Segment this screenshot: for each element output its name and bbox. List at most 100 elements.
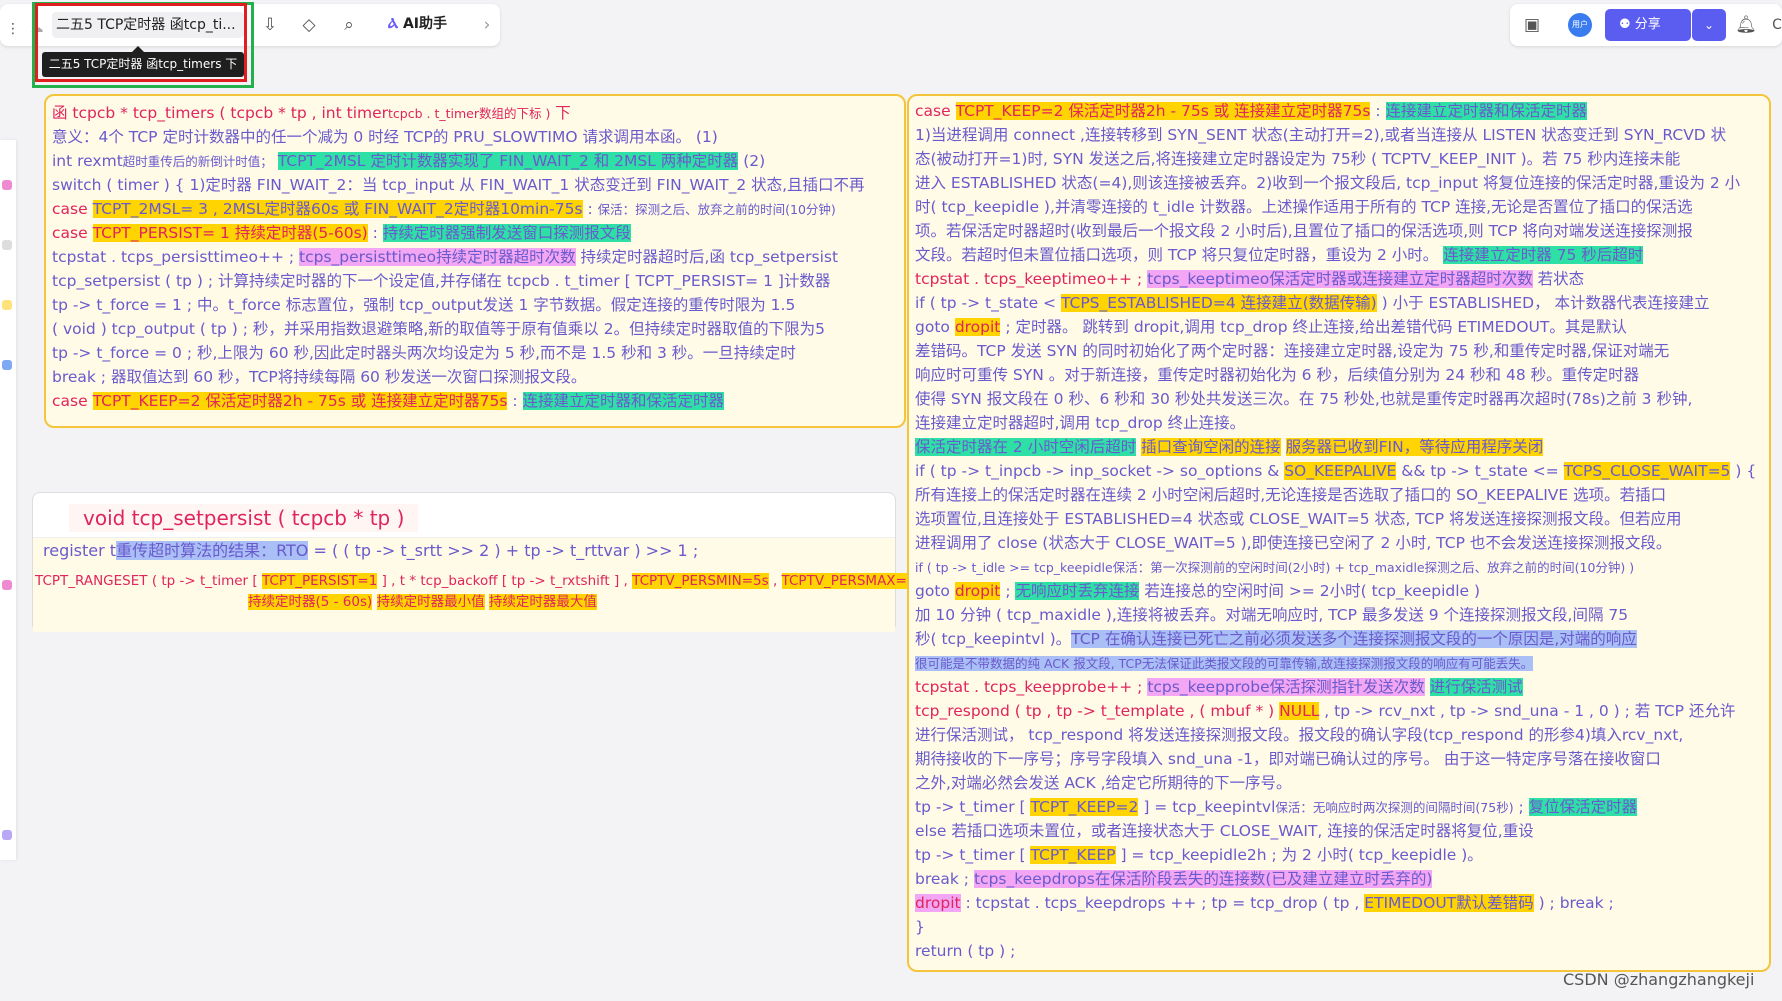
text-segment: dropit	[915, 894, 961, 912]
text-segment: else 若插口选项未置位，或者连接状态大于 CLOSE_WAIT, 连接的保活…	[915, 822, 1534, 840]
text-segment: if ( tp -> t_inpcb -> inp_socket -> so_o…	[915, 462, 1285, 480]
text-segment: 文段。若超时但未置位插口选项，则 TCP 将只复位定时器，重设为 2 小时。	[915, 246, 1444, 264]
text-segment: 无响应时丢弃连接	[1015, 582, 1140, 600]
text-segment: 若连接总的空闲时间 >= 2小时( tcp_keepidle )	[1139, 582, 1481, 600]
text-segment: 选项置位,且连接处于 ESTABLISHED=4 状态或 CLOSE_WAIT=…	[915, 510, 1682, 528]
text-segment: ) {	[1730, 462, 1757, 480]
menu-icon[interactable]: ⋮	[0, 16, 26, 42]
text-segment: ETIMEDOUT默认差错码	[1364, 894, 1534, 912]
bell-icon[interactable]: 🔔︎	[1733, 12, 1759, 38]
code-line: 函 tcpcb * tcp_timers ( tcpcb * tp , int …	[52, 102, 571, 125]
text-segment: 连接建立定时器和保活定时器	[1385, 102, 1588, 120]
text-segment: }	[915, 918, 925, 936]
code-line: 进入 ESTABLISHED 状态(=4),则该连接被丢弃。2)收到一个报文段后…	[915, 172, 1740, 194]
text-segment: 所有连接上的保活定时器在连续 2 小时空闲后超时,无论连接是否选取了插口的 SO…	[915, 486, 1667, 504]
ai-assistant-label: AI助手	[402, 16, 447, 32]
code-line: 使得 SYN 报文段在 0 秒、6 秒和 30 秒处共发送三次。在 75 秒处,…	[915, 388, 1692, 410]
code-line: 差错码。TCP 发送 SYN 的同时初始化了两个定时器：连接建立定时器,设定为 …	[915, 340, 1669, 362]
text-tool-icon[interactable]	[2, 240, 12, 250]
template-icon[interactable]	[2, 580, 12, 590]
code-line: 文段。若超时但未置位插口选项，则 TCP 将只复位定时器，重设为 2 小时。 连…	[915, 244, 1644, 266]
ai-logo-icon: Ⲁ	[388, 16, 399, 32]
text-segment: goto	[915, 318, 955, 336]
text-segment: :	[367, 224, 383, 242]
text-segment: TCPT_RANGESET ( tp -> t_timer [	[35, 573, 262, 589]
left-note-card[interactable]: 函 tcpcb * tcp_timers ( tcpcb * tp , int …	[44, 94, 906, 428]
text-segment: 重传超时算法的结果：RTO	[116, 541, 309, 560]
text-segment: if ( tp -> t_state <	[915, 294, 1061, 312]
text-segment: case	[915, 102, 956, 120]
text-segment: TCPT_2MSL 定时计数器实现了 FIN_WAIT_2 和 2MSL 两种定…	[277, 152, 739, 170]
text-segment: 使得 SYN 报文段在 0 秒、6 秒和 30 秒处共发送三次。在 75 秒处,…	[915, 390, 1693, 408]
code-line: }	[915, 916, 925, 938]
code-line: 期待接收的下一序号；序号字段填入 snd_una -1，即对端已确认过的序号。 …	[915, 748, 1661, 770]
text-segment: int rexmt	[52, 152, 123, 170]
text-segment: case	[52, 392, 93, 410]
text-segment: 进行保活测试， tcp_respond 将发送连接探测报文段。报文段的确认字段(…	[915, 726, 1684, 744]
text-segment: 进行保活测试	[1429, 678, 1523, 696]
text-segment: (2)	[738, 152, 766, 170]
text-segment: 意义：4个 TCP 定时计数器中的任一个减为 0 时经 TCP的 PRU_SLO…	[52, 128, 718, 146]
code-line: goto dropit ; 无响应时丢弃连接 若连接总的空闲时间 >= 2小时(…	[915, 580, 1480, 602]
setpersist-card[interactable]: void tcp_setpersist ( tcpcb * tp ) regis…	[32, 492, 949, 632]
text-segment: :	[582, 200, 598, 218]
code-line: tcpstat . tcps_persisttimeo++ ; tcps_per…	[52, 246, 838, 268]
text-segment: TCPS_CLOSE_WAIT=5	[1563, 462, 1731, 480]
right-note-card[interactable]: case TCPT_KEEP=2 保活定时器2h - 75s 或 连接建立定时器…	[907, 94, 1771, 972]
text-segment: ) ; break ;	[1533, 894, 1614, 912]
avatar[interactable]: 用户	[1568, 13, 1592, 37]
code-line: return ( tp ) ;	[915, 940, 1015, 962]
search-icon[interactable]: ⌕	[336, 12, 362, 38]
text-segment: SO_KEEPALIVE	[1284, 462, 1397, 480]
code-line: switch ( timer ) { 1)定时器 FIN_WAIT_2：当 tc…	[52, 174, 865, 196]
text-segment: TCPT_PERSIST=1	[261, 573, 378, 589]
pen-tool-icon[interactable]	[2, 360, 12, 370]
collapse-icon[interactable]: C	[1764, 12, 1782, 38]
code-line: tp -> t_timer [ TCPT_KEEP ] = tcp_keepid…	[915, 844, 1483, 866]
text-segment: 保活：探测之后、放弃之前的时间(10分钟)	[597, 202, 836, 217]
text-segment: 保活：无响应时两次探测的间隔时间(75秒)	[1275, 800, 1514, 815]
code-line: 进行保活测试， tcp_respond 将发送连接探测报文段。报文段的确认字段(…	[915, 724, 1683, 746]
tag-icon[interactable]: ◇	[296, 12, 322, 38]
text-segment: ,	[768, 573, 782, 589]
left-tool-sidebar	[0, 140, 16, 860]
text-segment: tp -> t_timer [	[915, 846, 1031, 864]
code-line: 项。若保活定时器超时(收到最后一个报文段 2 小时后),且置位了插口的保活选项,…	[915, 220, 1693, 242]
code-line: break ; tcps_keepdrops在保活阶段丢失的连接数(已及建立建立…	[915, 868, 1433, 890]
share-button[interactable]: ⚉ 分享	[1605, 9, 1691, 41]
text-segment: 插口查询空闲的连接	[1141, 438, 1281, 456]
text-segment: case	[52, 200, 93, 218]
text-segment: tp -> t_force = 1 ; 中。t_force 标志置位，强制 tc…	[52, 296, 796, 314]
text-segment: : tcpstat . tcps_keepdrops ++ ; tp = tcp…	[960, 894, 1365, 912]
code-line: ( void ) tcp_output ( tp ) ; 秒，并采用指数退避策略…	[52, 318, 825, 340]
download-icon[interactable]: ⇩	[257, 12, 283, 38]
text-segment: 很可能是不带数据的纯 ACK 报文段, TCP无法保证此类报文段的可靠传输,故连…	[915, 656, 1534, 671]
code-line: 时( tcp_keepidle ),并清零连接的 t_idle 计数器。上述操作…	[915, 196, 1693, 218]
gift-icon[interactable]: ▣	[1519, 12, 1545, 38]
more-tools-icon[interactable]	[2, 830, 12, 840]
text-segment: ] , t * tcp_backoff [ tp -> t_rxtshift ]…	[377, 573, 633, 589]
chevron-right-icon[interactable]: ›	[474, 12, 500, 38]
text-segment: tcp_setpersist ( tp ) ; 计算持续定时器的下一个设定值,并…	[52, 272, 831, 290]
share-dropdown-chevron-icon[interactable]: ⌄	[1692, 9, 1726, 41]
text-segment: 项。若保活定时器超时(收到最后一个报文段 2 小时后),且置位了插口的保活选项,…	[915, 222, 1693, 240]
text-segment: 探测之后、放弃之前的时间(10分钟) )	[1424, 560, 1635, 575]
text-segment: ; 定时器。 跳转到 dropit,调用 tcp_drop 终止连接,给出差错代…	[1000, 318, 1627, 336]
setpersist-line-1: register t重传超时算法的结果：RTO = ( ( tp -> t_sr…	[43, 540, 698, 562]
text-segment: 进程调用了 close (状态大于 CLOSE_WAIT=5 ),即使连接已空闲…	[915, 534, 1672, 552]
text-segment: tcp_respond ( tp , tp -> t_template , ( …	[915, 702, 1280, 720]
share-label: 分享	[1634, 17, 1661, 32]
ai-assistant-button[interactable]: Ⲁ AI助手	[388, 13, 447, 33]
text-segment: 连接建立定时器 75 秒后超时	[1443, 246, 1644, 264]
code-line: 响应时可重传 SYN 。对于新连接，重传定时器初始化为 6 秒，后续值分别为 2…	[915, 364, 1639, 386]
sticky-note-icon[interactable]	[2, 180, 12, 190]
shape-tool-icon[interactable]	[2, 300, 12, 310]
text-segment: switch ( timer ) { 1)定时器 FIN_WAIT_2：当 tc…	[52, 176, 865, 194]
text-segment: 复位保活定时器	[1528, 798, 1638, 816]
text-segment: dropit	[954, 318, 1001, 336]
code-line: 保活定时器在 2 小时空闲后超时 插口查询空闲的连接 服务器已收到FIN，等待应…	[915, 436, 1544, 458]
text-segment: TCPTV_PERSMIN=5s	[632, 573, 769, 589]
text-segment: TCPT_2MSL= 3 , 2MSL定时器60s 或 FIN_WAIT_2定时…	[92, 200, 583, 218]
code-line: case TCPT_2MSL= 3 , 2MSL定时器60s 或 FIN_WAI…	[52, 198, 836, 221]
code-line: 之外,对端必然会发送 ACK ,给定它所期待的下一序号。	[915, 772, 1292, 794]
